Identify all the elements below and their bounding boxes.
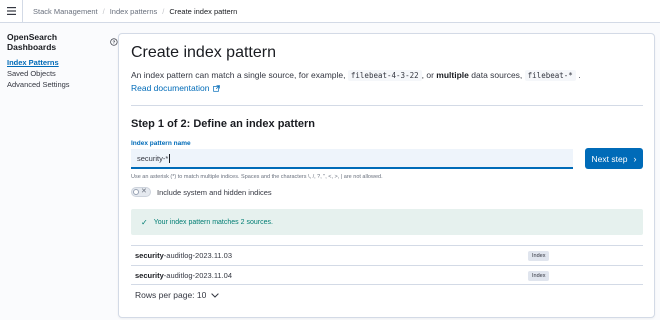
index-pattern-name-value: security-* (137, 153, 169, 163)
text-caret (169, 153, 171, 163)
toggle-knob (133, 189, 139, 195)
breadcrumb-stack-management[interactable]: Stack Management (33, 7, 98, 16)
breadcrumb-separator: / (102, 6, 105, 16)
source-name-match: security (135, 270, 164, 280)
help-text: Use an asterisk (*) to match multiple in… (131, 174, 383, 180)
read-documentation-label: Read documentation (131, 83, 210, 93)
cross-icon: ✕ (141, 188, 147, 195)
include-hidden-toggle-row: ✕ Include system and hidden indices (131, 187, 272, 197)
menu-icon (6, 7, 16, 15)
description: An index pattern can match a single sour… (131, 70, 581, 81)
svg-text:?: ? (113, 40, 116, 45)
step-title: Step 1 of 2: Define an index pattern (131, 118, 315, 130)
rows-per-page-label: Rows per page: 10 (135, 290, 207, 300)
rows-per-page-selector[interactable]: Rows per page: 10 (135, 290, 220, 300)
question-icon[interactable]: ? (110, 38, 118, 46)
description-text: An index pattern can match a single sour… (131, 70, 346, 80)
index-pattern-name-input[interactable]: security-* (131, 149, 573, 169)
include-hidden-label: Include system and hidden indices (157, 187, 272, 197)
sidebar-item-advanced-settings[interactable]: Advanced Settings (7, 81, 118, 89)
sidebar-item-saved-objects[interactable]: Saved Objects (7, 70, 118, 78)
next-step-label: Next step (591, 153, 628, 164)
top-bar: Stack Management / Index patterns / Crea… (0, 0, 660, 23)
sidebar-title-text: OpenSearch Dashboards (7, 32, 58, 52)
example-code-multiple: filebeat-* (524, 70, 576, 81)
breadcrumb-separator: / (162, 6, 165, 16)
create-index-pattern-panel: Create index pattern An index pattern ca… (118, 33, 655, 318)
source-name: security-auditlog-2023.11.03 (131, 251, 232, 260)
table-row: security-auditlog-2023.11.04 Index (131, 265, 643, 285)
description-bold: multiple (436, 70, 469, 80)
description-text: , or (421, 70, 434, 80)
source-name: security-auditlog-2023.11.04 (131, 271, 232, 280)
description-text: data sources, (471, 70, 523, 80)
example-code-single: filebeat-4-3-22 (347, 70, 422, 81)
external-link-icon (213, 84, 221, 92)
read-documentation-link[interactable]: Read documentation (131, 83, 221, 93)
check-icon: ✓ (141, 217, 148, 227)
next-step-button[interactable]: Next step › (585, 148, 643, 169)
source-name-rest: -auditlog-2023.11.04 (163, 270, 233, 280)
matched-sources-table: security-auditlog-2023.11.03 Index secur… (131, 245, 643, 285)
breadcrumb-create-index-pattern: Create index pattern (169, 6, 238, 16)
sidebar: OpenSearch Dashboards ? Index Patterns S… (0, 23, 118, 320)
breadcrumb-index-patterns[interactable]: Index patterns (110, 7, 158, 16)
chevron-right-icon: › (633, 153, 637, 164)
include-hidden-toggle[interactable]: ✕ (131, 187, 151, 197)
match-callout: ✓ Your index pattern matches 2 sources. (131, 209, 643, 235)
sidebar-item-index-patterns[interactable]: Index Patterns (7, 59, 118, 67)
source-name-rest: -auditlog-2023.11.03 (163, 251, 233, 260)
divider (131, 105, 643, 106)
table-row: security-auditlog-2023.11.03 Index (131, 245, 643, 265)
page-title: Create index pattern (131, 44, 276, 61)
sidebar-title: OpenSearch Dashboards ? (7, 32, 118, 52)
index-badge: Index (528, 251, 550, 261)
index-pattern-name-label: Index pattern name (131, 140, 191, 147)
menu-button[interactable] (0, 0, 23, 22)
breadcrumb: Stack Management / Index patterns / Crea… (33, 7, 237, 16)
chevron-down-icon (211, 292, 220, 298)
source-name-match: security (135, 251, 164, 260)
match-callout-text: Your index pattern matches 2 sources. (153, 218, 273, 226)
index-badge: Index (528, 271, 550, 281)
description-text: . (578, 70, 581, 80)
